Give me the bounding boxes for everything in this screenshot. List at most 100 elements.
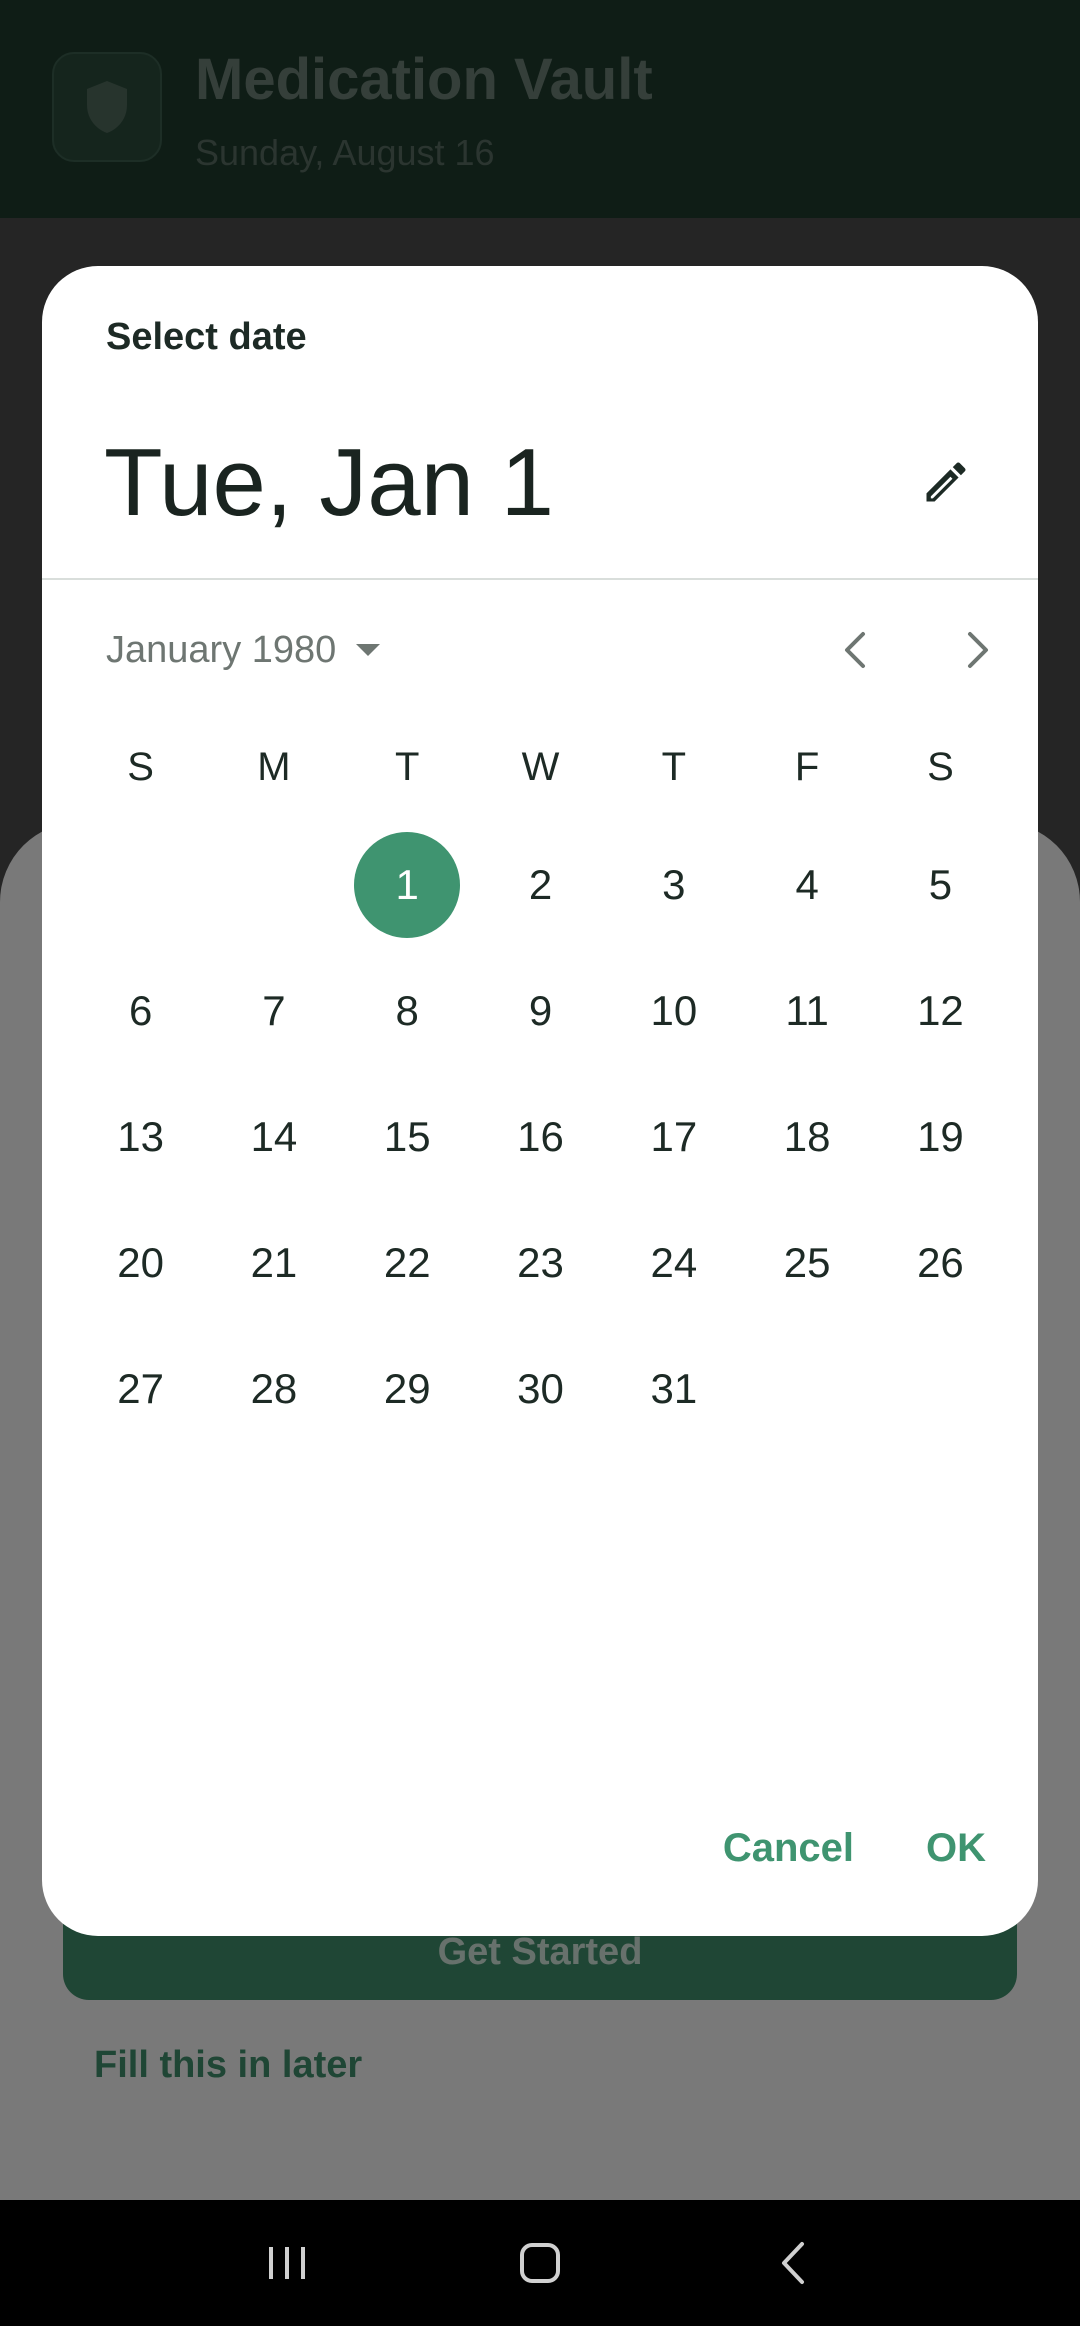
day-cell[interactable]: 10: [607, 948, 740, 1074]
day-number: 23: [517, 1239, 564, 1286]
back-button[interactable]: [753, 2223, 833, 2303]
recents-button[interactable]: [247, 2223, 327, 2303]
selected-day-cell[interactable]: 1: [341, 822, 474, 948]
day-number: [887, 1336, 993, 1442]
day-cell[interactable]: 9: [474, 948, 607, 1074]
day-number: 1: [354, 832, 461, 938]
day-number: 30: [517, 1365, 564, 1412]
day-cell[interactable]: 30: [474, 1326, 607, 1452]
day-cell[interactable]: 25: [740, 1200, 873, 1326]
day-cell[interactable]: 21: [207, 1200, 340, 1326]
previous-month-button[interactable]: [822, 618, 886, 682]
pencil-icon: [926, 462, 966, 502]
day-number: 22: [383, 1239, 431, 1286]
edit-date-button[interactable]: [906, 442, 986, 522]
calendar-weeks: 1 2 3 4 5 6 7 8 9 10 11 12 13 14 15 16 17 18 19 20 21 22 23 24 2…: [74, 822, 1007, 1452]
system-nav-bar: [0, 2200, 1080, 2326]
empty-day-cell: [207, 822, 340, 948]
ok-button[interactable]: OK: [926, 1826, 986, 1871]
weekday-label: S: [927, 744, 954, 789]
caret-down-icon: [356, 644, 381, 656]
day-cell[interactable]: 22: [341, 1200, 474, 1326]
day-cell[interactable]: 11: [740, 948, 873, 1074]
day-number: 28: [250, 1365, 298, 1412]
day-number: [754, 1336, 860, 1442]
home-button[interactable]: [500, 2223, 580, 2303]
date-picker-dialog: Select date Tue, Jan 1 January 1980 S M …: [42, 266, 1038, 1936]
day-number: 14: [250, 1113, 298, 1160]
dialog-divider: [42, 578, 1038, 580]
day-cell[interactable]: 19: [874, 1074, 1007, 1200]
calendar-week: 20 21 22 23 24 25 26: [74, 1200, 1007, 1326]
back-icon: [782, 2242, 805, 2284]
calendar-week: 27 28 29 30 31: [74, 1326, 1007, 1452]
day-number: 11: [785, 987, 829, 1034]
day-cell[interactable]: 31: [607, 1326, 740, 1452]
day-cell[interactable]: 14: [207, 1074, 340, 1200]
day-number: 15: [383, 1113, 431, 1160]
day-cell[interactable]: 6: [74, 948, 207, 1074]
day-number: 8: [395, 987, 419, 1034]
day-cell[interactable]: 17: [607, 1074, 740, 1200]
day-number: 20: [117, 1239, 164, 1286]
month-year-label: January 1980: [106, 628, 337, 671]
day-cell[interactable]: 15: [341, 1074, 474, 1200]
weekday-label: T: [661, 744, 687, 789]
day-number: 21: [250, 1239, 298, 1286]
day-number: 2: [528, 861, 553, 908]
weekday-label: T: [395, 744, 420, 789]
day-number: 27: [117, 1365, 164, 1412]
day-number: 25: [783, 1239, 831, 1286]
day-number: 19: [917, 1113, 964, 1160]
day-cell[interactable]: 7: [207, 948, 340, 1074]
day-cell[interactable]: 20: [74, 1200, 207, 1326]
empty-day-cell: [74, 822, 207, 948]
weekday-label: M: [257, 744, 291, 789]
day-number: 9: [528, 987, 553, 1034]
selected-date: Tue, Jan 1: [104, 429, 555, 536]
day-cell[interactable]: 18: [740, 1074, 873, 1200]
weekday-header: S M T W T F S: [74, 712, 1007, 822]
empty-day-cell: [874, 1326, 1007, 1452]
day-number: 6: [128, 987, 153, 1034]
day-number: 7: [262, 987, 286, 1034]
calendar-grid: S M T W T F S 1 2 3 4 5 6 7 8 9 10 11 12 13 14 15 16 17 1…: [74, 712, 1007, 1452]
day-number: 12: [917, 987, 964, 1034]
day-cell[interactable]: 24: [607, 1200, 740, 1326]
empty-day-cell: [740, 1326, 873, 1452]
chevron-right-icon: [968, 632, 988, 668]
weekday-label: W: [521, 744, 560, 789]
recents-icon: [268, 2247, 305, 2279]
day-number: 13: [117, 1113, 164, 1160]
day-number: 17: [650, 1113, 698, 1160]
weekday-label: F: [794, 744, 820, 789]
home-icon: [519, 2243, 560, 2283]
day-cell[interactable]: 4: [740, 822, 873, 948]
day-number: 18: [783, 1113, 831, 1160]
cancel-button[interactable]: Cancel: [723, 1826, 854, 1871]
day-cell[interactable]: 27: [74, 1326, 207, 1452]
day-number: 31: [650, 1365, 698, 1412]
day-cell[interactable]: 13: [74, 1074, 207, 1200]
day-cell[interactable]: 23: [474, 1200, 607, 1326]
day-number: 4: [795, 861, 819, 908]
next-month-button[interactable]: [947, 618, 1011, 682]
day-number: 10: [650, 987, 698, 1034]
day-cell[interactable]: 12: [874, 948, 1007, 1074]
day-cell[interactable]: 2: [474, 822, 607, 948]
day-cell[interactable]: 16: [474, 1074, 607, 1200]
day-number: 16: [517, 1113, 564, 1160]
day-cell[interactable]: 8: [341, 948, 474, 1074]
day-cell[interactable]: 5: [874, 822, 1007, 948]
day-cell[interactable]: 26: [874, 1200, 1007, 1326]
calendar-week: 1 2 3 4 5: [74, 822, 1007, 948]
weekday-label: S: [127, 744, 154, 789]
day-number: 29: [383, 1365, 431, 1412]
day-cell[interactable]: 29: [341, 1326, 474, 1452]
day-number: [221, 832, 327, 938]
day-number: [88, 832, 194, 938]
calendar-week: 6 7 8 9 10 11 12: [74, 948, 1007, 1074]
month-year-dropdown[interactable]: January 1980: [106, 620, 382, 680]
day-cell[interactable]: 28: [207, 1326, 340, 1452]
day-cell[interactable]: 3: [607, 822, 740, 948]
